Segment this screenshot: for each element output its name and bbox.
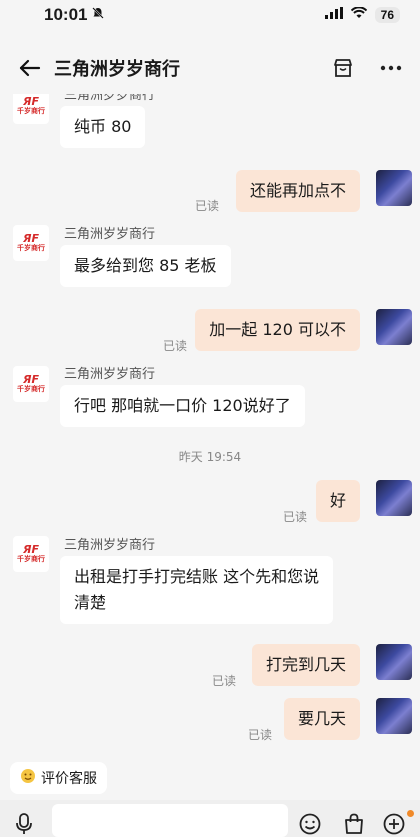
- my-avatar[interactable]: [376, 644, 412, 680]
- chat-header: 三角洲岁岁商行: [0, 42, 420, 94]
- shop-logo-mark: ЯF: [23, 95, 39, 108]
- more-icon[interactable]: [378, 55, 404, 81]
- notification-dot: [407, 810, 414, 817]
- my-avatar[interactable]: [376, 698, 412, 734]
- message-input[interactable]: [52, 804, 288, 837]
- shop-icon[interactable]: [330, 55, 356, 81]
- shop-logo-text: 千岁商行: [17, 555, 45, 563]
- shop-logo-text: 千岁商行: [17, 244, 45, 252]
- message-bubble-incoming[interactable]: 出租是打手打完结账 这个先和您说 清楚: [60, 556, 334, 624]
- emoji-icon[interactable]: [298, 812, 322, 836]
- shop-avatar[interactable]: ЯF 千岁商行: [13, 225, 49, 261]
- clock: 10:01: [44, 5, 88, 24]
- message-bubble-outgoing[interactable]: 好: [315, 480, 360, 522]
- read-receipt: 已读: [163, 339, 188, 353]
- shop-logo-mark: ЯF: [23, 373, 39, 386]
- signal-icon: [324, 6, 343, 24]
- my-avatar[interactable]: [376, 309, 412, 345]
- message-bubble-outgoing[interactable]: 还能再加点不: [235, 170, 360, 212]
- voice-icon[interactable]: [12, 812, 36, 836]
- time-separator: 昨天 19:54: [178, 450, 242, 464]
- read-receipt: 已读: [212, 674, 237, 688]
- shop-avatar[interactable]: ЯF 千岁商行: [13, 366, 49, 402]
- message-line: 清楚: [74, 593, 107, 612]
- message-bubble-incoming[interactable]: 最多给到您 85 老板: [60, 245, 231, 287]
- my-avatar[interactable]: [376, 170, 412, 206]
- shop-avatar[interactable]: ЯF 千岁商行: [13, 536, 49, 572]
- bag-icon[interactable]: [342, 812, 366, 836]
- message-bubble-incoming[interactable]: 行吧 那咱就一口价 120说好了: [60, 385, 305, 427]
- shop-logo-text: 千岁商行: [17, 385, 45, 393]
- sender-name: 三角洲岁岁商行: [64, 227, 156, 242]
- message-bubble-outgoing[interactable]: 打完到几天: [251, 644, 360, 686]
- back-arrow-icon[interactable]: [16, 54, 44, 82]
- my-avatar[interactable]: [376, 480, 412, 516]
- bell-muted-icon: [91, 5, 105, 25]
- read-receipt: 已读: [283, 510, 308, 524]
- read-receipt: 已读: [195, 199, 220, 213]
- page-title: 三角洲岁岁商行: [54, 59, 180, 80]
- status-indicators: 76: [324, 6, 400, 24]
- shop-logo-mark: ЯF: [23, 232, 39, 245]
- message-bubble-outgoing[interactable]: 要几天: [283, 698, 360, 740]
- shop-logo-text: 千岁商行: [17, 107, 45, 115]
- message-bubble-incoming[interactable]: 纯币 80: [60, 106, 146, 148]
- sender-name: 三角洲岁岁商行: [64, 94, 156, 103]
- message-bubble-outgoing[interactable]: 加一起 120 可以不: [195, 309, 360, 351]
- wifi-icon: [350, 6, 367, 24]
- status-bar: 10:01 76: [0, 0, 420, 30]
- plus-icon[interactable]: [382, 812, 406, 836]
- star-emoji-icon: [20, 768, 36, 788]
- sender-name: 三角洲岁岁商行: [64, 538, 156, 553]
- chat-messages[interactable]: ЯF 千岁商行 三角洲岁岁商行 纯币 80 已读 还能再加点不 ЯF 千岁商行 …: [0, 94, 420, 754]
- message-line: 出租是打手打完结账 这个先和您说: [74, 567, 320, 586]
- shop-logo-mark: ЯF: [23, 543, 39, 556]
- rate-service-label: 评价客服: [41, 771, 97, 787]
- battery-level: 76: [374, 7, 400, 23]
- rate-service-button[interactable]: 评价客服: [10, 762, 107, 794]
- shop-avatar[interactable]: ЯF 千岁商行: [13, 94, 49, 124]
- status-time: 10:01: [44, 5, 105, 25]
- sender-name: 三角洲岁岁商行: [64, 367, 156, 382]
- read-receipt: 已读: [248, 728, 273, 742]
